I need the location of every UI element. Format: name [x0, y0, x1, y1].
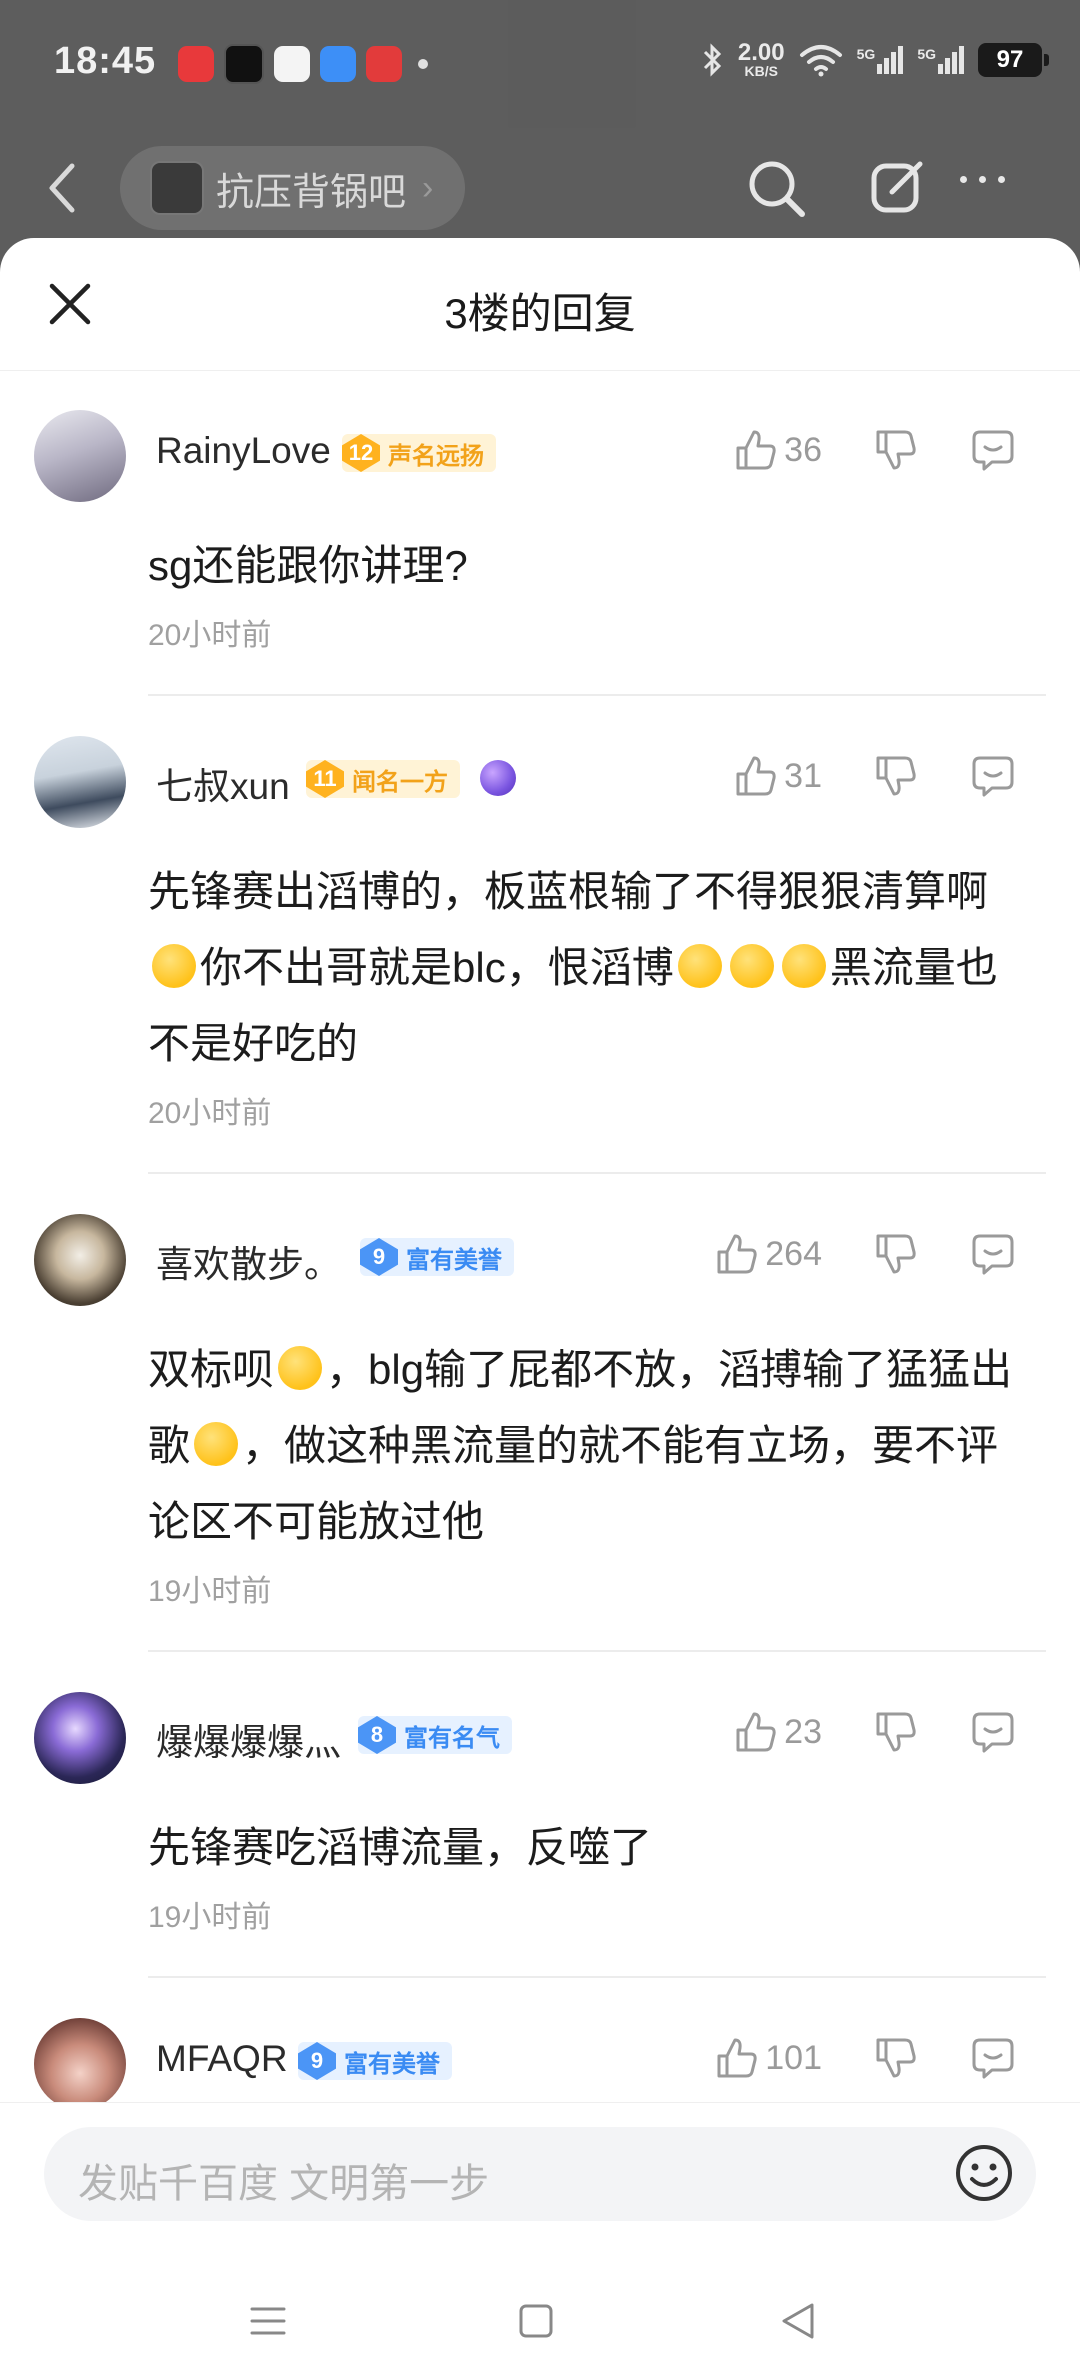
like-button[interactable]: 31: [734, 754, 822, 798]
chevron-right-icon: ›: [422, 168, 434, 207]
like-button[interactable]: 23: [734, 1710, 822, 1754]
menu-icon[interactable]: [248, 2301, 288, 2341]
like-button[interactable]: 36: [734, 428, 822, 472]
comment-time: 19小时前: [148, 1901, 272, 1934]
comment-time: 20小时前: [148, 619, 272, 652]
compose-icon[interactable]: [868, 156, 928, 216]
bluetooth-icon: [703, 43, 722, 77]
more-icon[interactable]: [960, 176, 1005, 183]
username[interactable]: MFAQR: [156, 2038, 288, 2080]
comment-actions: 264: [715, 1232, 1016, 1276]
xiaohongshu-icon: [366, 46, 402, 82]
browser-icon: [320, 46, 356, 82]
reply-input-placeholder: 发贴千百度 文明第一步: [78, 2162, 490, 2206]
bottom-bar: 发贴千百度 文明第一步: [0, 2102, 1080, 2377]
signal-2-icon: 5G: [917, 46, 964, 74]
net-speed: 2.00 KB/S: [737, 39, 785, 79]
thumbs-up-icon: [736, 430, 776, 470]
notification-icons: [178, 44, 428, 84]
thumbs-down-icon[interactable]: [874, 428, 918, 472]
forum-name: 抗压背锅吧: [216, 171, 407, 214]
avatar[interactable]: [34, 1692, 126, 1784]
reply-input[interactable]: 发贴千百度 文明第一步: [44, 2127, 1036, 2221]
sheet-header: 3楼的回复: [0, 238, 1080, 371]
like-button[interactable]: 264: [715, 1232, 822, 1276]
avatar[interactable]: [34, 410, 126, 502]
avatar[interactable]: [34, 736, 126, 828]
system-nav-bar: [0, 2273, 1080, 2373]
comment-item: 喜欢散步。 9 富有美誉 264 双标呗 ，blg输了屁都不放，滔搏输了猛猛出歌，…: [0, 1174, 1080, 1650]
avatar[interactable]: [34, 1214, 126, 1306]
smile-emoji-icon: [152, 944, 196, 988]
comment-actions: 36: [734, 428, 1016, 472]
thumbs-down-icon[interactable]: [874, 2036, 918, 2080]
reply-icon[interactable]: [970, 1710, 1016, 1754]
planet-badge-icon: [480, 760, 516, 796]
reply-icon[interactable]: [970, 1232, 1016, 1276]
comment-actions: 31: [734, 754, 1016, 798]
comment-item: 爆爆爆爆灬 8 富有名气 23 先锋赛吃滔博流量，反噬了 19小时前: [0, 1652, 1080, 1976]
thumbs-down-icon[interactable]: [874, 1710, 918, 1754]
more-notifications-icon: [418, 59, 428, 69]
battery-indicator: 97: [978, 43, 1049, 77]
thumbs-up-icon: [736, 1712, 776, 1752]
comment-text: 先锋赛出滔博的，板蓝根输了不得狠狠清算啊你不出哥就是blc，恨滔博 黑流量也不是好…: [148, 868, 998, 1067]
forum-pill[interactable]: 抗压背锅吧 ›: [120, 146, 466, 230]
signal-1-icon: 5G: [857, 46, 904, 74]
level-badge: 9 富有美誉: [298, 2042, 452, 2080]
status-indicators: 2.00 KB/S 5G 5G 97: [702, 39, 1049, 79]
level-badge: 9 富有美誉: [360, 1238, 514, 1276]
avatar[interactable]: [34, 2018, 126, 2110]
username[interactable]: RainyLove: [156, 430, 331, 472]
level-badge: 12 声名远扬: [342, 434, 496, 472]
username[interactable]: 喜欢散步。: [156, 1234, 341, 1288]
comment-time: 19小时前: [148, 1575, 272, 1608]
forum-avatar: [150, 161, 204, 215]
thumbs-up-icon: [717, 1234, 757, 1274]
thumbs-down-icon[interactable]: [874, 1232, 918, 1276]
back-arrow-icon[interactable]: [42, 158, 82, 218]
laugh-emoji-icon: [194, 1422, 239, 1466]
sweat-emoji-icon: [781, 944, 826, 988]
level-badge: 11 闻名一方: [306, 760, 460, 798]
sweat-emoji-icon: [729, 944, 774, 988]
thumbs-up-icon: [736, 756, 776, 796]
status-time: 18:45: [54, 40, 157, 82]
reply-icon[interactable]: [970, 2036, 1016, 2080]
username[interactable]: 爆爆爆爆灬: [156, 1712, 341, 1766]
tiktok-icon: [224, 44, 264, 84]
reply-icon[interactable]: [970, 754, 1016, 798]
like-button[interactable]: 101: [715, 2036, 822, 2080]
comment-item: RainyLove 12 声名远扬 36 sg还能跟你讲理? 20小时前: [0, 370, 1080, 694]
home-icon[interactable]: [516, 2301, 556, 2341]
comment-actions: 23: [734, 1710, 1016, 1754]
nav-back-icon[interactable]: [776, 2299, 820, 2343]
comment-item: 七叔xun 11 闻名一方 31 先锋赛出滔博的，板蓝根输了不得狠狠清算啊你不出…: [0, 696, 1080, 1172]
dewu-icon: [274, 46, 310, 82]
forum-top-bar: 抗压背锅吧 ›: [0, 128, 1080, 248]
comment-time: 20小时前: [148, 1097, 272, 1130]
thumbs-up-icon: [717, 2038, 757, 2078]
reply-sheet: 3楼的回复 RainyLove 12 声名远扬 36 sg还能跟你讲理? 20小…: [0, 238, 1080, 2376]
comment-actions: 101: [715, 2036, 1016, 2080]
laugh-emoji-icon: [278, 1346, 323, 1390]
comment-text: 双标呗 ，blg输了屁都不放，滔搏输了猛猛出歌 ，做这种黑流量的就不能有立场，要不评…: [148, 1346, 1013, 1545]
status-bar: 18:45 2.00 KB/S 5G 5G 97: [0, 0, 1080, 128]
wifi-icon: [799, 45, 842, 77]
thumbs-down-icon[interactable]: [874, 754, 918, 798]
username[interactable]: 七叔xun: [156, 756, 290, 810]
sweat-emoji-icon: [677, 944, 722, 988]
reply-list[interactable]: RainyLove 12 声名远扬 36 sg还能跟你讲理? 20小时前 七叔x…: [0, 370, 1080, 2340]
emoji-icon[interactable]: [952, 2141, 1016, 2205]
netease-music-icon: [178, 46, 214, 82]
reply-icon[interactable]: [970, 428, 1016, 472]
search-icon[interactable]: [744, 156, 808, 220]
sheet-title: 3楼的回复: [444, 290, 636, 337]
level-badge: 8 富有名气: [358, 1716, 512, 1754]
